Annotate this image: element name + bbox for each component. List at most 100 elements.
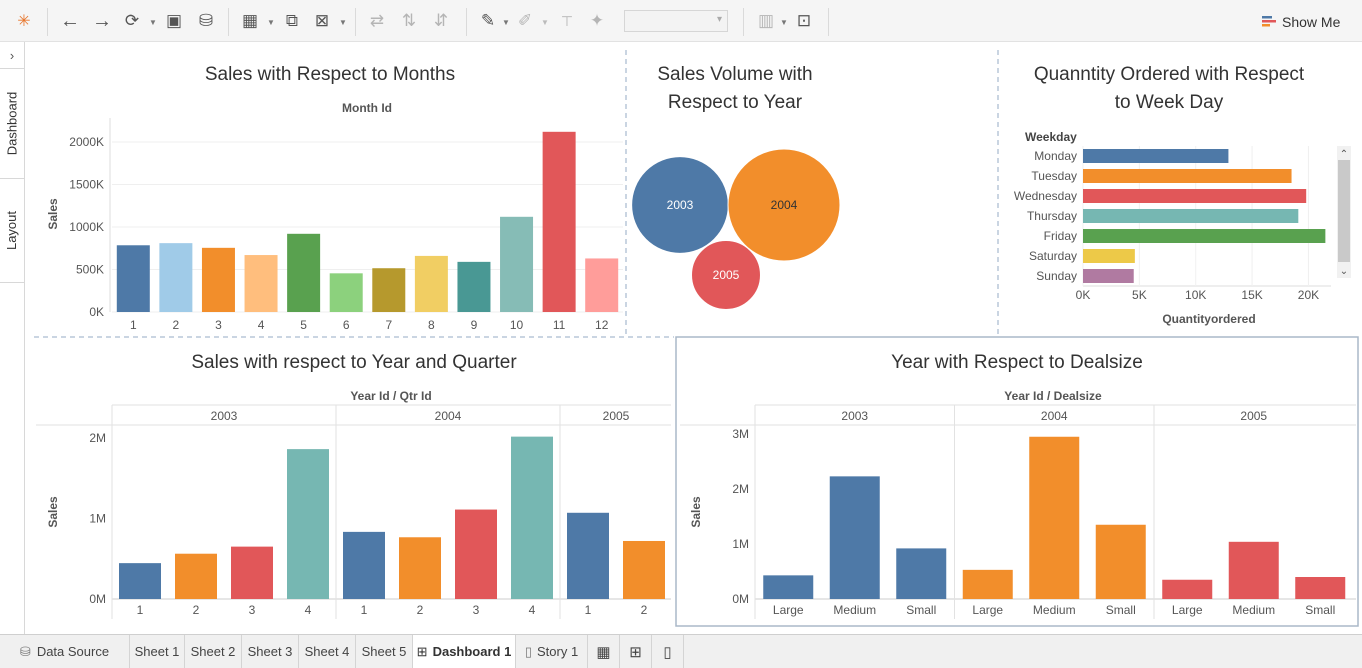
y-tick-label: 1500K [69, 178, 104, 192]
scroll-up-icon[interactable]: ⌃ [1340, 149, 1348, 160]
bar-month-1 [116, 245, 150, 312]
x-tick-label: 1 [585, 603, 592, 617]
tab-data-source[interactable]: ⛁ Data Source [0, 635, 130, 668]
chevron-down-icon[interactable]: ▼ [267, 18, 275, 27]
chevron-down-icon[interactable]: ▼ [502, 18, 510, 27]
show-me-button[interactable]: Show Me [1262, 12, 1340, 32]
tab-sheet-5[interactable]: Sheet 5 [356, 635, 413, 668]
replay-icon[interactable]: ⟳ [120, 8, 144, 34]
chart-title: Sales Volume with [657, 64, 812, 85]
pin-icon[interactable]: ✦ [585, 8, 609, 34]
sheet-tab-bar: ⛁ Data Source Sheet 1 Sheet 2 Sheet 3 Sh… [0, 634, 1362, 668]
y-tick-label: 2M [732, 482, 749, 496]
chart-title: Sales with Respect to Months [205, 64, 455, 85]
tab-story-1[interactable]: ▯ Story 1 [516, 635, 588, 668]
tab-label: Dashboard 1 [432, 644, 512, 659]
tab-sheet-1[interactable]: Sheet 1 [130, 635, 185, 668]
chevron-down-icon[interactable]: ▼ [149, 18, 157, 27]
chart-quantity-by-weekday[interactable]: Quanntity Ordered with Respect to Week D… [1014, 64, 1351, 326]
x-tick-label: 4 [529, 603, 536, 617]
x-tick-label: 10K [1185, 288, 1206, 302]
scroll-down-icon[interactable]: ⌄ [1340, 266, 1348, 277]
vertical-scrollbar[interactable]: ⌃ ⌄ [1337, 146, 1351, 278]
clear-sheet-icon[interactable]: ⊠ [310, 8, 334, 34]
new-dashboard-button[interactable]: ⊞ [620, 635, 652, 668]
bar-month-5 [287, 233, 321, 312]
bar-month-7 [372, 268, 406, 312]
new-data-source-icon[interactable]: ⛁ [194, 8, 218, 34]
text-label-icon[interactable]: ⊤ [555, 8, 579, 34]
x-tick-label: Small [1305, 603, 1335, 617]
chart-sales-volume-by-year[interactable]: Sales Volume with Respect to Year 2003 20… [631, 64, 841, 310]
new-worksheet-button[interactable]: ▦ [588, 635, 620, 668]
save-icon[interactable]: ▣ [162, 8, 186, 34]
scrollbar-thumb[interactable] [1338, 160, 1350, 262]
chart-year-by-dealsize[interactable]: Year with Respect to Dealsize Year Id / … [680, 352, 1356, 619]
x-tick-label: 7 [385, 318, 392, 332]
y-axis-label: Sales [46, 198, 60, 230]
tab-label: Data Source [36, 644, 110, 659]
toolbar-divider [47, 8, 48, 36]
row-label: Wednesday [1014, 189, 1077, 203]
bar-thursday [1083, 209, 1299, 223]
tab-sheet-2[interactable]: Sheet 2 [185, 635, 242, 668]
left-sidebar: › Dashboard Layout [0, 42, 25, 634]
x-tick-label: 3 [215, 318, 222, 332]
y-tick-label: 1M [89, 511, 106, 525]
bar-month-3 [201, 247, 235, 312]
bar-2004-3 [455, 509, 497, 599]
sort-descending-icon[interactable]: ⇵ [429, 8, 453, 34]
chart-sales-by-month[interactable]: Sales with Respect to Months Month Id Sa… [46, 64, 623, 332]
row-label: Tuesday [1031, 169, 1077, 183]
chevron-down-icon[interactable]: ▼ [541, 18, 549, 27]
presentation-icon[interactable]: ⊡ [792, 8, 816, 34]
new-story-button[interactable]: ▯ [652, 635, 684, 668]
tableau-logo-icon[interactable]: ✳ [12, 8, 36, 34]
new-worksheet-icon[interactable]: ▦ [238, 8, 262, 34]
annotate-icon[interactable]: ✐ [513, 8, 537, 34]
fit-icon[interactable]: ▥ [754, 8, 778, 34]
chart-title: Sales with respect to Year and Quarter [191, 352, 517, 373]
undo-icon[interactable]: ← [58, 8, 82, 34]
bar-2005-large [1162, 579, 1213, 599]
highlight-icon[interactable]: ✎ [476, 8, 500, 34]
y-tick-label: 0M [89, 592, 106, 606]
toolbar-divider [466, 8, 467, 36]
fit-select[interactable] [624, 10, 728, 32]
chevron-down-icon[interactable]: ▼ [780, 18, 788, 27]
tab-dashboard-label: Dashboard [4, 91, 20, 155]
bar-2003-small [896, 548, 947, 599]
chart-sales-by-year-quarter[interactable]: Sales with respect to Year and Quarter Y… [36, 352, 671, 619]
x-tick-label: 3 [473, 603, 480, 617]
y-tick-label: 2M [89, 431, 106, 445]
redo-icon[interactable]: → [90, 8, 114, 34]
duplicate-icon[interactable]: ⧉ [280, 8, 304, 34]
chevron-down-icon[interactable]: ▼ [339, 18, 347, 27]
dashboard-icon: ⊞ [416, 643, 428, 659]
x-tick-label: 1 [137, 603, 144, 617]
y-tick-label: 2000K [69, 135, 104, 149]
x-tick-label: Small [906, 603, 936, 617]
bar-2003-2 [175, 553, 217, 599]
y-axis-label: Sales [689, 496, 703, 528]
bubble-label: 2004 [771, 198, 798, 212]
tab-sheet-4[interactable]: Sheet 4 [299, 635, 356, 668]
y-tick-label: 0K [89, 305, 104, 319]
tab-sheet-3[interactable]: Sheet 3 [242, 635, 299, 668]
bar-month-9 [457, 261, 491, 312]
swap-icon[interactable]: ⇄ [365, 8, 389, 34]
tab-layout[interactable]: Layout [0, 178, 24, 283]
y-tick-label: 1M [732, 537, 749, 551]
chart-title: Quanntity Ordered with Respect [1034, 64, 1305, 85]
y-tick-label: 3M [732, 427, 749, 441]
new-story-icon: ▯ [663, 643, 672, 661]
tab-dashboard[interactable]: Dashboard [0, 68, 24, 179]
sort-ascending-icon[interactable]: ⇅ [397, 8, 421, 34]
bar-2004-2 [399, 537, 441, 599]
bar-2004-large [962, 569, 1013, 599]
toolbar-divider [743, 8, 744, 36]
bubble-label: 2003 [667, 198, 694, 212]
dashboard-canvas: Sales with Respect to Months Month Id Sa… [34, 50, 1359, 627]
tab-dashboard-1[interactable]: ⊞ Dashboard 1 [413, 635, 516, 668]
expand-icon[interactable]: › [0, 42, 24, 69]
